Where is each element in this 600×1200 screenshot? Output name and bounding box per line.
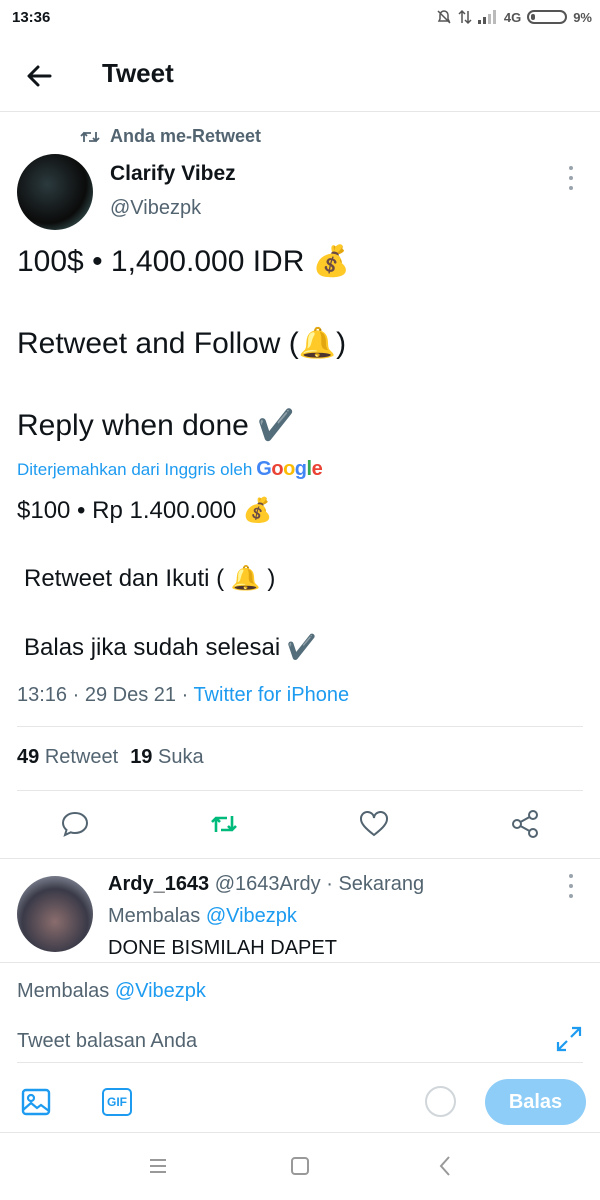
gif-icon[interactable]: GIF [102,1088,132,1116]
image-icon[interactable] [20,1086,52,1118]
retweets-stat[interactable]: 49 Retweet [17,746,118,769]
system-back-icon[interactable] [438,1155,452,1177]
data-arrows-icon [458,9,472,25]
tweet-source[interactable]: Twitter for iPhone [193,684,349,706]
expand-icon[interactable] [555,1025,583,1053]
composer-replying-prefix: Membalas [17,980,110,1002]
reply-more-options-icon[interactable] [567,874,575,898]
reply-text: DONE BISMILAH DAPET [108,937,337,959]
reply-time: Sekarang [338,873,425,895]
reply-replying-to: Membalas @Vibezpk [108,905,297,928]
status-indicators: 4G 9% [436,9,592,25]
replying-prefix: Membalas [108,905,201,927]
reply-submit-button[interactable]: Balas [485,1079,586,1125]
status-bar: 13:36 4G 9% [0,0,600,36]
system-nav-bar [0,1133,600,1200]
page-title: Tweet [102,58,174,88]
header: Tweet [0,36,600,112]
reply-input[interactable] [17,1026,537,1056]
google-logo: Google [256,458,323,480]
translation-line: Balas jika sudah selesai ✔️ [24,634,317,661]
reply-icon[interactable] [59,808,91,840]
home-icon[interactable] [291,1157,309,1175]
avatar[interactable] [17,154,93,230]
retweet-small-icon [80,131,100,142]
share-icon[interactable] [509,808,541,840]
tweet-meta: 13:16 · 29 Des 21 · Twitter for iPhone [17,684,350,706]
divider [0,962,600,963]
likes-label: Suka [158,746,204,768]
tweet-text-line: Reply when done ✔️ [17,409,295,442]
battery-percent: 9% [573,9,592,25]
battery-icon [527,10,568,24]
translation-line: $100 • Rp 1.400.000 💰 [17,497,273,524]
tweet-text-line: Retweet and Follow (🔔) [17,327,347,360]
tweet-time: 13:16 [17,684,68,706]
more-options-icon[interactable] [567,166,575,190]
back-arrow-icon[interactable] [22,58,58,94]
tweet-stats: 49 Retweet 19 Suka [17,746,204,769]
character-count-ring [425,1086,456,1117]
divider [17,790,583,791]
divider [0,858,600,859]
reply-author-handle: @1643Ardy [214,873,321,895]
retweet-context: Anda me-Retweet [80,126,261,147]
translation-line: Retweet dan Ikuti ( 🔔 ) [24,565,276,592]
replying-to-link[interactable]: @Vibezpk [206,905,297,927]
status-time: 13:36 [12,9,51,26]
divider [17,1062,583,1063]
tweet-text-line: 100$ • 1,400.000 IDR 💰 [17,245,351,278]
author-name[interactable]: Clarify Vibez [110,162,236,186]
signal-icon [477,10,496,24]
author-handle[interactable]: @Vibezpk [110,197,201,220]
composer-replying-link[interactable]: @Vibezpk [115,980,206,1002]
divider [17,726,583,727]
network-type: 4G [503,9,522,25]
retweet-context-label: Anda me-Retweet [110,126,262,146]
likes-stat[interactable]: 19 Suka [130,746,203,769]
mute-bell-icon [437,10,451,24]
reply-author-line[interactable]: Ardy_1643 @1643Ardy · Sekarang [108,873,424,896]
reply-author-name: Ardy_1643 [108,873,210,895]
composer-replying-to: Membalas @Vibezpk [17,980,206,1003]
retweets-label: Retweet [44,746,119,768]
reply-avatar[interactable] [17,876,93,952]
like-icon[interactable] [358,808,390,840]
recent-apps-icon[interactable] [148,1157,168,1175]
retweets-count: 49 [17,746,40,768]
likes-count: 19 [130,746,153,768]
tweet-date: 29 Des 21 [84,684,177,706]
retweet-icon[interactable] [208,808,240,840]
translated-by[interactable]: Diterjemahkan dari Inggris oleh Google [17,458,323,481]
translated-by-label: Diterjemahkan dari Inggris oleh [17,459,253,479]
